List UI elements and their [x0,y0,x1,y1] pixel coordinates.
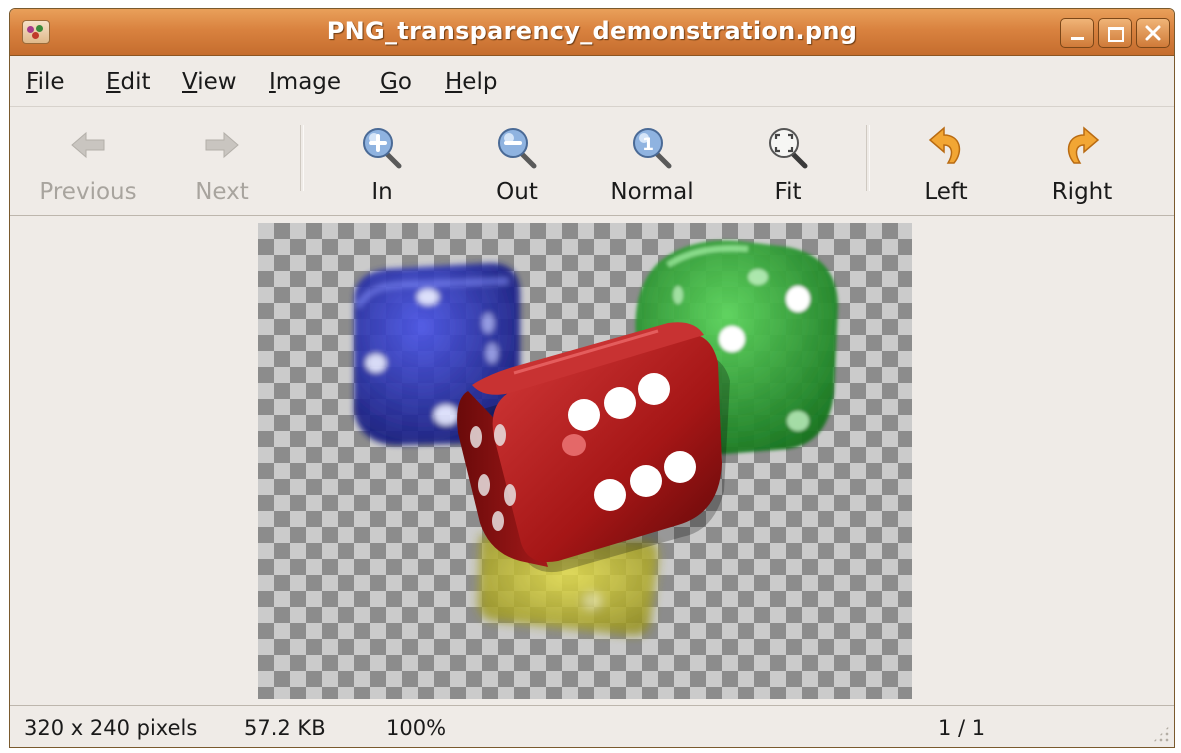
zoom-out-label: Out [496,179,538,205]
zoom-normal-label: Normal [610,179,694,205]
toolbar: Previous Next In Out 1 Normal Fit Left R… [10,107,1174,215]
next-label: Next [195,179,249,205]
maximize-button[interactable] [1098,18,1132,48]
zoom-in-label: In [371,179,393,205]
rotate-right-icon [1067,126,1100,164]
rotate-right-label: Right [1051,179,1113,205]
title-bar[interactable]: PNG_transparency_demonstration.png [10,9,1174,56]
zoom-fit-label: Fit [774,179,802,205]
status-image-position: 1 / 1 [938,716,986,740]
zoom-out-button[interactable]: Out [465,117,569,207]
next-button[interactable]: Next [170,117,274,207]
status-zoom: 100% [386,716,447,740]
minimize-button[interactable] [1060,18,1094,48]
zoom-out-icon [498,128,537,169]
previous-label: Previous [39,179,137,205]
arrow-right-icon [205,131,239,159]
dice-image [354,240,838,636]
status-bar: 320 x 240 pixels 57.2 KB 100% 1 / 1 [10,706,1174,747]
previous-button[interactable]: Previous [22,117,154,207]
maximize-icon [1108,27,1124,42]
zoom-in-icon [363,128,402,169]
zoom-fit-button[interactable]: Fit [736,117,840,207]
image-canvas[interactable] [258,223,912,699]
zoom-fit-icon [769,128,808,169]
close-button[interactable] [1136,18,1170,48]
status-dimensions: 320 x 240 pixels [24,716,198,740]
toolbar-separator [866,125,870,191]
rotate-right-button[interactable]: Right [1030,117,1134,207]
window-title: PNG_transparency_demonstration.png [326,17,858,45]
menu-file[interactable]: File [26,69,65,95]
status-file-size: 57.2 KB [244,716,326,740]
zoom-normal-button[interactable]: 1 Normal [588,117,716,207]
menu-edit[interactable]: Edit [106,69,151,95]
zoom-normal-icon: 1 [633,128,672,169]
rotate-left-icon [928,126,961,164]
toolbar-separator [300,125,304,191]
rotate-left-button[interactable]: Left [894,117,998,207]
menu-view[interactable]: View [182,69,237,95]
arrow-left-icon [71,131,105,159]
image-viewer-window: PNG_transparency_demonstration.png File … [9,8,1175,748]
rotate-left-label: Left [924,179,968,205]
zoom-in-button[interactable]: In [330,117,434,207]
resize-grip[interactable] [1152,725,1170,743]
image-viewport[interactable] [10,215,1174,706]
minimize-icon [1071,37,1084,40]
svg-text:1: 1 [642,135,654,155]
menu-go[interactable]: Go [380,69,412,95]
close-icon [1145,25,1161,41]
menu-bar: File Edit View Image Go Help [10,56,1174,107]
menu-help[interactable]: Help [445,69,497,95]
menu-image[interactable]: Image [269,69,341,95]
